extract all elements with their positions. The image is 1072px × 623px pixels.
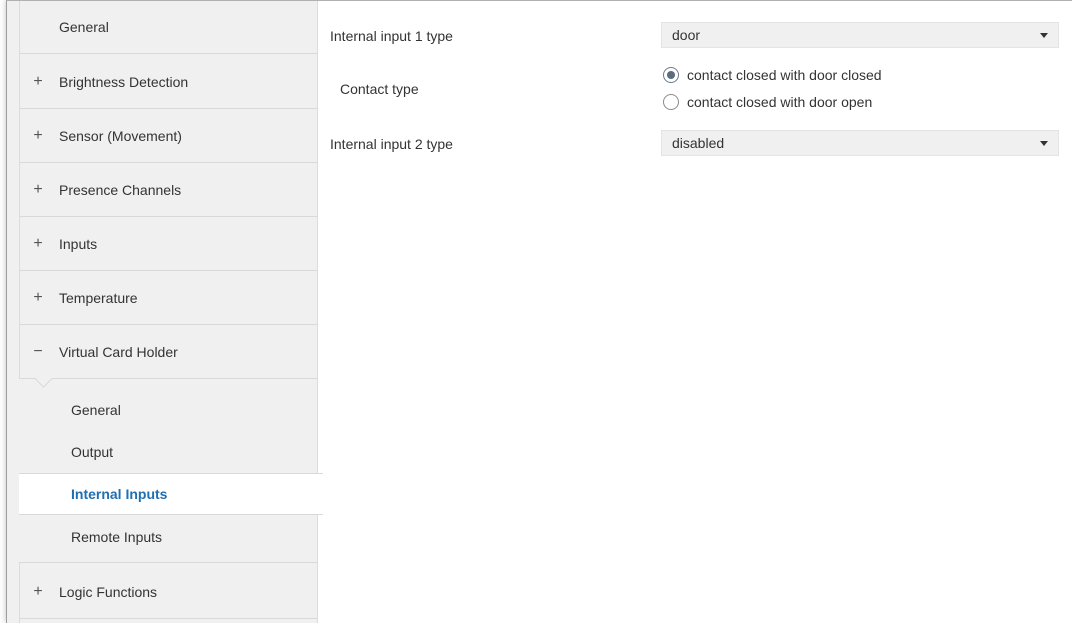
- radio-checked-icon[interactable]: [663, 67, 679, 83]
- sidebar-item-logic-functions[interactable]: + Logic Functions: [19, 566, 317, 619]
- sub-item-label: Remote Inputs: [71, 529, 163, 545]
- sidebar-item-brightness-detection[interactable]: + Brightness Detection: [19, 56, 317, 109]
- contact-radio-option-1[interactable]: contact closed with door closed: [663, 67, 882, 83]
- internal-input-2-label: Internal input 2 type: [330, 136, 453, 152]
- sub-item-label: Internal Inputs: [71, 486, 168, 502]
- radio-label: contact closed with door closed: [687, 67, 882, 83]
- expand-icon[interactable]: +: [27, 235, 49, 253]
- sub-item-output[interactable]: Output: [19, 431, 317, 473]
- app-window: General + Brightness Detection + Sensor …: [6, 0, 1072, 623]
- collapse-icon[interactable]: −: [27, 343, 49, 361]
- expand-icon[interactable]: +: [27, 289, 49, 307]
- sidebar-item-general[interactable]: General: [19, 1, 317, 54]
- sidebar-item-label: Temperature: [59, 290, 138, 306]
- chevron-down-icon: [1040, 32, 1048, 38]
- radio-label: contact closed with door open: [687, 94, 873, 110]
- expand-icon[interactable]: +: [27, 583, 49, 601]
- radio-unchecked-icon[interactable]: [663, 94, 679, 110]
- sidebar-item-label: Virtual Card Holder: [59, 344, 178, 360]
- sidebar-item-label: Logic Functions: [59, 584, 158, 600]
- sidebar-item-virtual-card-holder[interactable]: − Virtual Card Holder: [19, 326, 317, 379]
- contact-type-label: Contact type: [340, 81, 419, 97]
- sidebar-item-label: Inputs: [59, 236, 98, 252]
- sidebar-item-label: Brightness Detection: [59, 74, 189, 90]
- sidebar: General + Brightness Detection + Sensor …: [7, 1, 323, 623]
- parameter-panel: Internal input 1 type door Contact type …: [318, 1, 1072, 623]
- internal-input-1-select[interactable]: door: [661, 22, 1059, 48]
- sidebar-item-label: Presence Channels: [59, 182, 182, 198]
- sidebar-item-inputs[interactable]: + Inputs: [19, 218, 317, 271]
- sidebar-item-presence-channels[interactable]: + Presence Channels: [19, 164, 317, 217]
- sub-item-general[interactable]: General: [19, 389, 317, 431]
- contact-radio-option-2[interactable]: contact closed with door open: [663, 94, 872, 110]
- virtual-card-holder-subpanel: General Output Internal Inputs Remote In…: [19, 369, 323, 563]
- expand-icon[interactable]: +: [27, 181, 49, 199]
- select-value: door: [672, 27, 701, 43]
- sub-item-label: Output: [71, 444, 114, 460]
- sub-item-label: General: [71, 402, 121, 418]
- sidebar-item-label: Sensor (Movement): [59, 128, 182, 144]
- sub-item-remote-inputs[interactable]: Remote Inputs: [19, 516, 317, 558]
- sub-item-internal-inputs[interactable]: Internal Inputs: [19, 473, 323, 515]
- select-value: disabled: [672, 135, 725, 151]
- sidebar-item-temperature[interactable]: + Temperature: [19, 272, 317, 325]
- expand-icon[interactable]: +: [27, 127, 49, 145]
- internal-input-2-select[interactable]: disabled: [661, 130, 1059, 156]
- chevron-down-icon: [1040, 140, 1048, 146]
- sidebar-item-sensor-movement[interactable]: + Sensor (Movement): [19, 110, 317, 163]
- sidebar-item-label: General: [59, 19, 109, 35]
- expand-icon[interactable]: +: [27, 73, 49, 91]
- internal-input-1-label: Internal input 1 type: [330, 28, 453, 44]
